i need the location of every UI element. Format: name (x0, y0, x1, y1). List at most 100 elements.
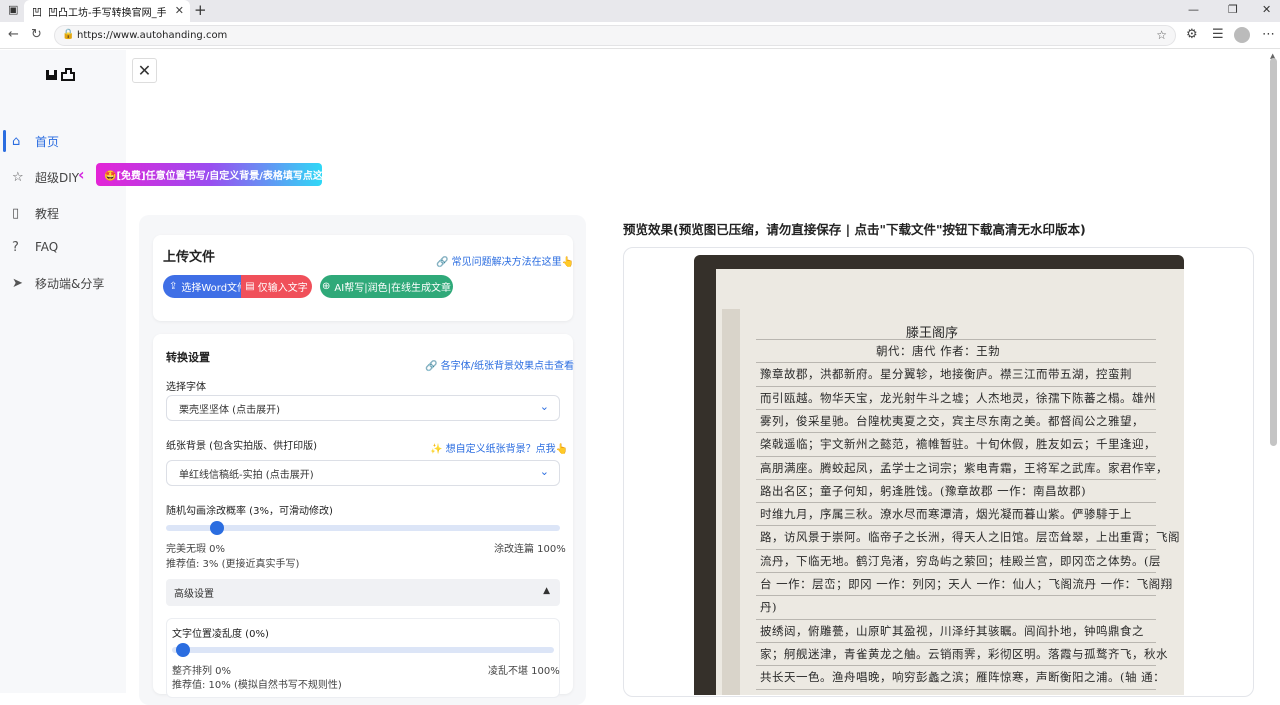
probability-min-label: 完美无瑕 0% (166, 544, 226, 555)
profile-avatar[interactable] (1234, 27, 1250, 43)
logo-icon (46, 68, 75, 81)
paper-binding (722, 309, 740, 695)
handwritten-line: 朝代：唐代 作者：王勃 (876, 344, 1001, 358)
question-icon: ? (12, 239, 19, 255)
more-menu-icon[interactable]: ⋯ (1262, 27, 1275, 42)
handwritten-line: 雾列，俊采星驰。台隍枕夷夏之交，宾主尽东南之美。都督阎公之雅望， (760, 413, 1144, 428)
extensions-icon[interactable]: ⚙ (1186, 27, 1198, 42)
settings-title: 转换设置 (166, 351, 210, 364)
sidebar-item-home[interactable]: ⌂ 首页 (12, 130, 126, 152)
site-favicon-icon: 凹 (32, 7, 42, 19)
handwritten-line: 棨戟遥临；宇文新州之懿范，襜帷暂驻。十旬休假，胜友如云；千里逢迎， (760, 437, 1156, 452)
advanced-settings-label: 高级设置 (174, 589, 214, 600)
preview-image: 滕王阁序 朝代：唐代 作者：王勃豫章故郡，洪都新府。星分翼轸，地接衡庐。襟三江而… (694, 255, 1184, 695)
star-icon: ☆ (12, 169, 24, 185)
tab-title: 凹凸工坊-手写转换官网_手写模拟 (48, 7, 166, 19)
promo-arrow-icon: ‹ (78, 165, 85, 184)
ruled-line (756, 595, 1156, 597)
probability-hint: 推荐值: 3% (更接近真实手写) (166, 559, 300, 570)
sidebar-item-label: 移动端&分享 (35, 276, 105, 291)
window-close-icon[interactable]: ✕ (1262, 3, 1271, 16)
promo-banner[interactable]: 🤩[免费]任意位置书写/自定义背景/表格填写点这里 (96, 163, 333, 186)
maximize-icon[interactable]: ❐ (1228, 3, 1238, 16)
favorites-icon[interactable]: ☰ (1212, 27, 1224, 42)
sidebar-item-tutorial[interactable]: ▯ 教程 (12, 202, 126, 224)
send-icon: ➤ (12, 275, 23, 291)
ai-circle-icon: ⊕ (322, 281, 331, 292)
browser-tab[interactable]: 凹 凹凸工坊-手写转换官网_手写模拟 ✕ (24, 0, 190, 22)
faq-link[interactable]: 🔗 常见问题解决方法在这里👆 (436, 253, 574, 268)
minimize-icon[interactable]: — (1188, 3, 1199, 16)
sidebar: ⌂ 首页 ☆ 超级DIY ▯ 教程 ? FAQ ➤ 移动端&分享 (0, 50, 126, 693)
select-word-button[interactable]: ⇪ 选择Word文件 (163, 275, 253, 298)
handwritten-line: 路，访风景于崇阿。临帝子之长洲，得天人之旧馆。层峦耸翠，上出重霄；飞阁 (760, 530, 1180, 545)
preview-frame: 滕王阁序 朝代：唐代 作者：王勃豫章故郡，洪都新府。星分翼轸，地接衡庐。襟三江而… (623, 247, 1254, 697)
book-icon: ▯ (12, 205, 20, 221)
page-content: ⌂ 首页 ☆ 超级DIY ▯ 教程 ? FAQ ➤ 移动端&分享 ‹ 🤩[免费]… (0, 50, 1280, 705)
address-bar: ← ↻ 🔒 https://www.autohanding.com ☆ ⚙ ☰ … (0, 22, 1280, 49)
font-select-value: 栗壳坚坚体 (点击展开) (179, 404, 280, 416)
browser-tab-bar: ▣ 凹 凹凸工坊-手写转换官网_手写模拟 ✕ + — ❐ ✕ (0, 0, 1280, 22)
ruled-line (756, 432, 1156, 434)
url-text: https://www.autohanding.com (77, 30, 228, 41)
active-indicator (3, 130, 6, 152)
ai-write-button[interactable]: ⊕ AI帮写|润色|在线生成文章 (320, 275, 453, 298)
ruled-line (756, 385, 1156, 387)
handwritten-line: 而引瓯越。物华天宝，龙光射牛斗之墟；人杰地灵，徐孺下陈蕃之榻。雄州 (760, 390, 1156, 405)
sidebar-item-label: FAQ (35, 240, 59, 254)
scrollbar-thumb[interactable] (1270, 58, 1277, 446)
tab-actions-icon[interactable]: ▣ (8, 3, 18, 16)
sidebar-item-label: 超级DIY (35, 170, 80, 185)
paper-label: 纸张背景 (包含实拍版、供打印版) (166, 441, 317, 452)
new-tab-button[interactable]: + (194, 1, 207, 19)
paper-select-value: 单红线信稿纸-实拍 (点击展开) (179, 469, 314, 481)
probability-label: 随机勾画涂改概率 (3%，可滑动修改) (166, 506, 333, 517)
probability-slider-track[interactable] (166, 525, 560, 531)
notebook-paper: 滕王阁序 朝代：唐代 作者：王勃豫章故郡，洪都新府。星分翼轸，地接衡庐。襟三江而… (716, 269, 1184, 695)
handwritten-line: 豫章故郡，洪都新府。星分翼轸，地接衡庐。襟三江而带五湖，控蛮荆 (760, 367, 1132, 382)
favorite-star-icon[interactable]: ☆ (1156, 28, 1167, 42)
text-only-button[interactable]: ▤ 仅输入文字 (241, 275, 312, 298)
reload-icon[interactable]: ↻ (31, 27, 42, 42)
page-scrollbar[interactable] (1270, 58, 1278, 458)
paper-select[interactable]: 单红线信稿纸-实拍 (点击展开) ⌄ (166, 460, 560, 486)
position-label: 文字位置凌乱度 (0%) (172, 629, 269, 640)
ruled-line (756, 362, 1156, 364)
custom-bg-link[interactable]: ✨ 想自定义纸张背景？点我👆 (430, 440, 568, 455)
site-info-icon[interactable]: 🔒 (62, 29, 74, 40)
back-icon[interactable]: ← (8, 27, 19, 42)
sidebar-item-faq[interactable]: ? FAQ (12, 236, 126, 258)
sidebar-item-label: 教程 (35, 206, 60, 221)
ruled-line (756, 408, 1156, 410)
ruled-line (756, 455, 1156, 457)
upload-icon: ⇪ (168, 281, 178, 292)
advanced-settings-toggle[interactable]: 高级设置 ▲ (166, 579, 560, 606)
ruled-line (756, 665, 1156, 667)
probability-max-label: 涂改连篇 100% (494, 544, 566, 555)
handwritten-line: 丹) (760, 600, 777, 615)
sidebar-item-mobile-share[interactable]: ➤ 移动端&分享 (12, 272, 126, 294)
chevron-down-icon: ⌄ (539, 465, 549, 478)
caret-up-icon: ▲ (543, 586, 550, 596)
ruled-line (756, 502, 1156, 504)
url-field[interactable]: 🔒 https://www.autohanding.com ☆ (54, 25, 1176, 46)
handwritten-line: 流丹，下临无地。鹤汀凫渚，穷岛屿之萦回；桂殿兰宫，即冈峦之体势。(层 (760, 553, 1161, 568)
preview-title: 预览效果(预览图已压缩，请勿直接保存 | 点击"下载文件"按钮下载高清无水印版本… (623, 222, 1086, 237)
handwritten-line: 高朋满座。腾蛟起凤，孟学士之词宗；紫电青霜，王将军之武库。家君作宰， (760, 460, 1168, 475)
position-slider-knob[interactable] (176, 643, 190, 657)
handwritten-line: 时维九月，序属三秋。潦水尽而寒潭清，烟光凝而暮山紫。俨骖騑于上 (760, 507, 1132, 522)
close-ad-button[interactable]: ✕ (132, 58, 157, 83)
tab-close-icon[interactable]: ✕ (175, 4, 184, 17)
site-logo[interactable] (44, 67, 76, 86)
font-select[interactable]: 栗壳坚坚体 (点击展开) ⌄ (166, 395, 560, 421)
handwritten-line: 披绣闼，俯雕甍，山原旷其盈视，川泽纡其骇瞩。闾阎扑地，钟鸣鼎食之 (760, 623, 1144, 638)
probability-slider-knob[interactable] (209, 521, 224, 535)
position-slider-track[interactable] (172, 647, 554, 653)
handwritten-line: 路出名区；童子何知，躬逢胜饯。(豫章故郡 一作：南昌故郡) (760, 483, 1087, 498)
font-label: 选择字体 (166, 382, 206, 393)
position-min-label: 整齐排列 0% (172, 666, 232, 677)
handwritten-title: 滕王阁序 (906, 326, 959, 341)
ruled-line (756, 572, 1156, 573)
ruled-line (756, 618, 1156, 620)
effects-link[interactable]: 🔗 各字体/纸张背景效果点击查看 (425, 357, 574, 372)
